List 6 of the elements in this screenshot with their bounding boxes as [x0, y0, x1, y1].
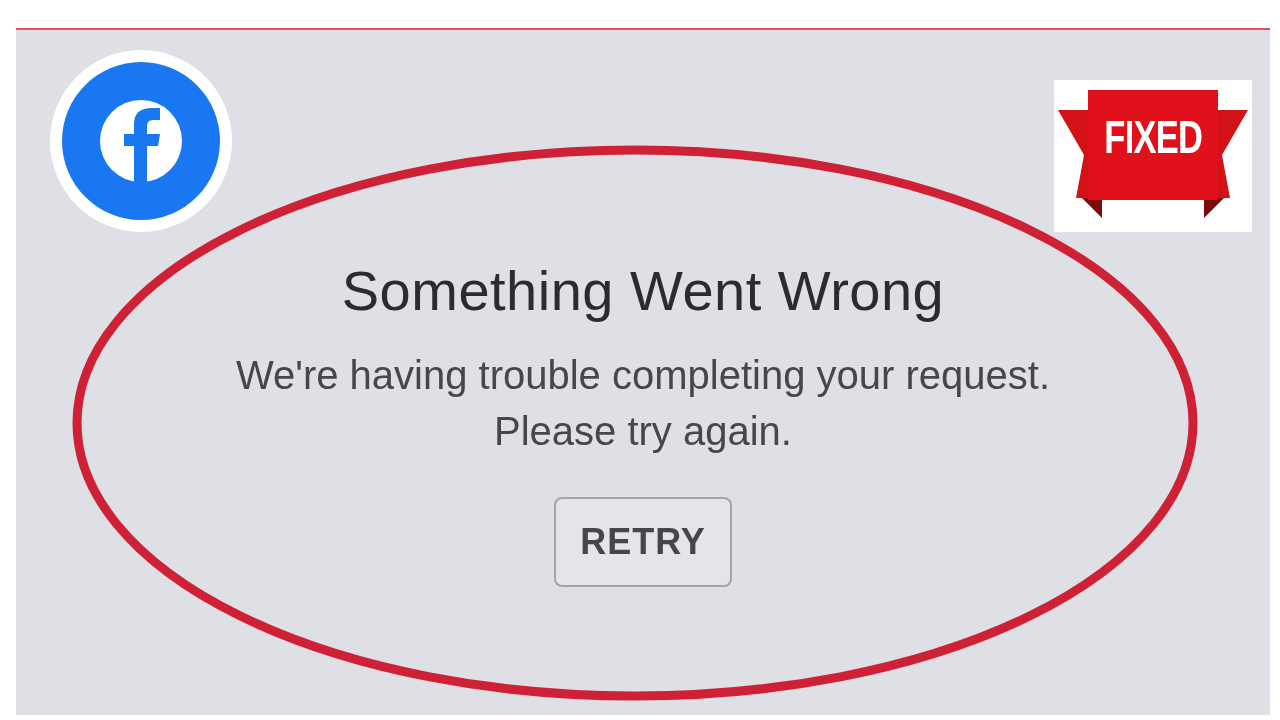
retry-button[interactable]: RETRY	[554, 497, 732, 587]
error-message: We're having trouble completing your request.	[236, 352, 1050, 399]
logo-icon	[50, 50, 232, 232]
error-title: Something Went Wrong	[341, 258, 945, 323]
error-message: Please try again.	[494, 408, 792, 455]
fixed-badge: FIXED	[1054, 80, 1252, 232]
